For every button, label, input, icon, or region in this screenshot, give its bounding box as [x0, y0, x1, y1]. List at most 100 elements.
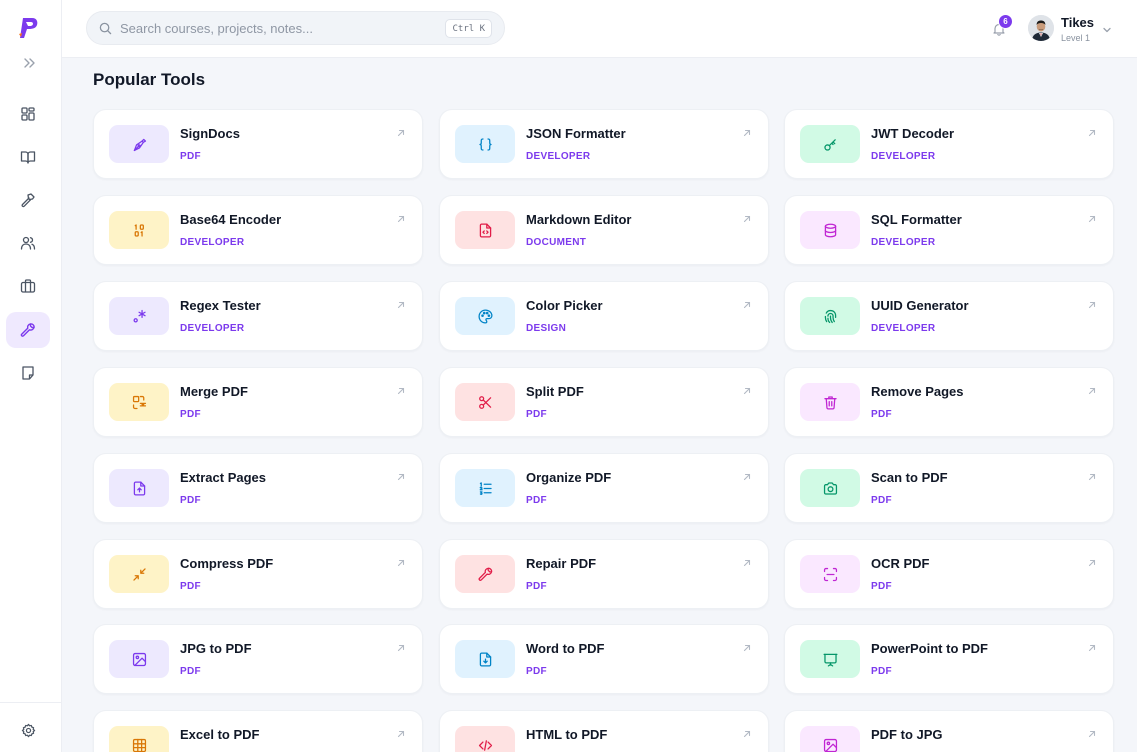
- tool-name: Extract Pages: [180, 470, 266, 485]
- tool-card-json-formatter[interactable]: JSON Formatter DEVELOPER: [439, 109, 769, 179]
- tool-category: PDF: [871, 409, 892, 420]
- settings-button[interactable]: [6, 712, 50, 748]
- arrow-up-right-icon: [1087, 211, 1097, 223]
- code-icon: [455, 726, 515, 752]
- avatar[interactable]: [1028, 15, 1054, 41]
- tool-name: Organize PDF: [526, 470, 612, 485]
- tool-name: HTML to PDF: [526, 727, 608, 742]
- tool-category: PDF: [180, 151, 201, 162]
- tool-card-ocr-pdf[interactable]: OCR PDF PDF: [784, 539, 1114, 609]
- tool-card-scan-to-pdf[interactable]: Scan to PDF PDF: [784, 453, 1114, 523]
- user-name[interactable]: Tikes: [1061, 15, 1094, 30]
- nav-dashboard[interactable]: [6, 96, 50, 132]
- scissors-icon: [455, 383, 515, 421]
- tool-card-signdocs[interactable]: SignDocs PDF: [93, 109, 423, 179]
- nav-community[interactable]: [6, 225, 50, 261]
- tool-category: DEVELOPER: [871, 323, 936, 334]
- tool-category: DEVELOPER: [526, 151, 591, 162]
- merge-icon: [109, 383, 169, 421]
- nav-notes[interactable]: [6, 355, 50, 391]
- tool-name: Regex Tester: [180, 298, 261, 313]
- users-icon: [20, 236, 36, 250]
- tool-card-word-to-pdf[interactable]: Word to PDF PDF: [439, 624, 769, 694]
- tool-name: UUID Generator: [871, 298, 969, 313]
- tool-card-powerpoint-to-pdf[interactable]: PowerPoint to PDF PDF: [784, 624, 1114, 694]
- tool-category: PDF: [871, 666, 892, 677]
- tool-category: DEVELOPER: [871, 151, 936, 162]
- tool-card-excel-to-pdf[interactable]: Excel to PDF PDF: [93, 710, 423, 752]
- list-ordered-icon: [455, 469, 515, 507]
- tool-card-html-to-pdf[interactable]: HTML to PDF PDF: [439, 710, 769, 752]
- tool-category: PDF: [526, 409, 547, 420]
- app-logo-icon[interactable]: [18, 16, 40, 40]
- tool-name: Excel to PDF: [180, 727, 260, 742]
- tool-name: Scan to PDF: [871, 470, 948, 485]
- chevron-down-icon[interactable]: [1102, 22, 1112, 33]
- tool-card-repair-pdf[interactable]: Repair PDF PDF: [439, 539, 769, 609]
- arrow-up-right-icon: [1087, 383, 1097, 395]
- tool-card-markdown-editor[interactable]: Markdown Editor DOCUMENT: [439, 195, 769, 265]
- search-shortcut-badge: Ctrl K: [445, 19, 492, 38]
- arrow-up-right-icon: [1087, 726, 1097, 738]
- arrow-up-right-icon: [742, 125, 752, 137]
- camera-icon: [800, 469, 860, 507]
- nav-career[interactable]: [6, 268, 50, 304]
- tool-category: DOCUMENT: [526, 237, 587, 248]
- hammer-icon: [21, 193, 35, 208]
- tool-card-regex-tester[interactable]: Regex Tester DEVELOPER: [93, 281, 423, 351]
- nav-courses[interactable]: [6, 139, 50, 175]
- tool-name: Repair PDF: [526, 556, 597, 571]
- arrow-up-right-icon: [742, 211, 752, 223]
- tool-category: PDF: [526, 666, 547, 677]
- tool-card-color-picker[interactable]: Color Picker DESIGN: [439, 281, 769, 351]
- arrow-up-right-icon: [396, 469, 406, 481]
- wrench-icon: [20, 323, 35, 337]
- arrow-up-right-icon: [742, 555, 752, 567]
- tool-card-base64-encoder[interactable]: Base64 Encoder DEVELOPER: [93, 195, 423, 265]
- tool-card-uuid-generator[interactable]: UUID Generator DEVELOPER: [784, 281, 1114, 351]
- key-icon: [800, 125, 860, 163]
- arrow-up-right-icon: [396, 125, 406, 137]
- tool-card-merge-pdf[interactable]: Merge PDF PDF: [93, 367, 423, 437]
- arrow-up-right-icon: [1087, 640, 1097, 652]
- arrow-up-right-icon: [396, 297, 406, 309]
- tool-card-extract-pages[interactable]: Extract Pages PDF: [93, 453, 423, 523]
- tool-category: PDF: [526, 495, 547, 506]
- tool-category: PDF: [871, 495, 892, 506]
- minimize-icon: [109, 555, 169, 593]
- tool-name: Remove Pages: [871, 384, 964, 399]
- search-bar[interactable]: Ctrl K: [86, 11, 505, 45]
- briefcase-icon: [20, 279, 36, 293]
- arrow-up-right-icon: [1087, 469, 1097, 481]
- notifications-button[interactable]: 6: [990, 14, 1013, 39]
- arrow-up-right-icon: [742, 726, 752, 738]
- braces-icon: [455, 125, 515, 163]
- tool-name: Base64 Encoder: [180, 212, 282, 227]
- search-input[interactable]: [120, 20, 420, 36]
- arrow-up-right-icon: [1087, 125, 1097, 137]
- tool-card-split-pdf[interactable]: Split PDF PDF: [439, 367, 769, 437]
- tool-name: Color Picker: [526, 298, 603, 313]
- tool-card-remove-pages[interactable]: Remove Pages PDF: [784, 367, 1114, 437]
- user-level: Level 1: [1061, 33, 1091, 43]
- tool-card-organize-pdf[interactable]: Organize PDF PDF: [439, 453, 769, 523]
- tool-card-jpg-to-pdf[interactable]: JPG to PDF PDF: [93, 624, 423, 694]
- gear-icon: [21, 723, 35, 737]
- tool-category: PDF: [526, 581, 547, 592]
- expand-sidebar-icon[interactable]: [20, 54, 38, 72]
- binary-icon: [109, 211, 169, 249]
- image-icon: [800, 726, 860, 752]
- tool-card-compress-pdf[interactable]: Compress PDF PDF: [93, 539, 423, 609]
- nav-tools[interactable]: [6, 312, 50, 348]
- tool-category: DESIGN: [526, 323, 567, 334]
- tool-card-jwt-decoder[interactable]: JWT Decoder DEVELOPER: [784, 109, 1114, 179]
- tool-card-sql-formatter[interactable]: SQL Formatter DEVELOPER: [784, 195, 1114, 265]
- tool-card-pdf-to-jpg[interactable]: PDF to JPG PDF: [784, 710, 1114, 752]
- tool-category: PDF: [180, 581, 201, 592]
- nav-projects[interactable]: [6, 182, 50, 218]
- tool-name: JPG to PDF: [180, 641, 252, 656]
- tool-name: Word to PDF: [526, 641, 605, 656]
- database-icon: [800, 211, 860, 249]
- trash-icon: [800, 383, 860, 421]
- tool-name: JWT Decoder: [871, 126, 955, 141]
